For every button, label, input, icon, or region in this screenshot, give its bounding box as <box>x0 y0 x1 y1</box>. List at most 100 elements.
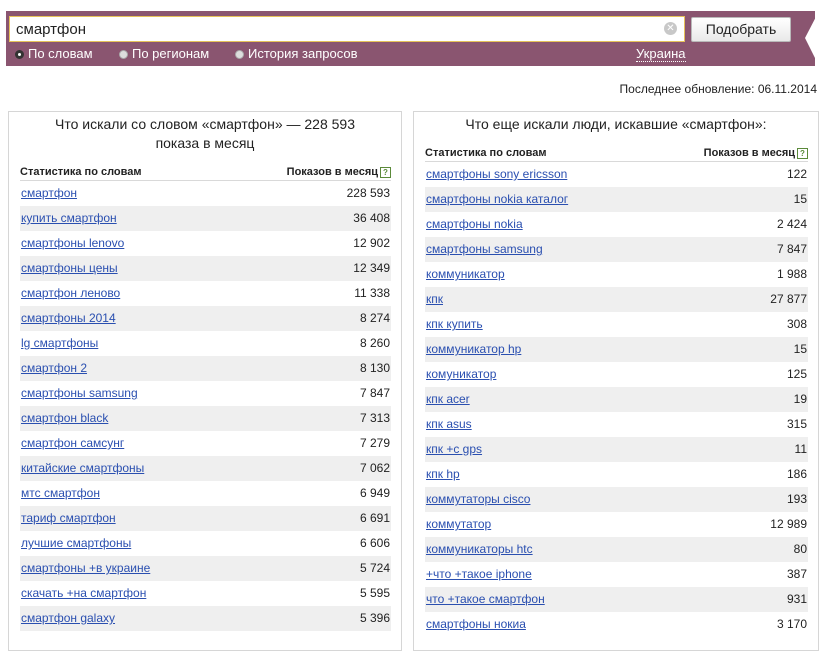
phrase-link[interactable]: кпк hp <box>425 467 460 481</box>
impressions-count: 8 274 <box>359 311 390 325</box>
phrase-link[interactable]: смартфоны 2014 <box>20 311 116 325</box>
table-row: смартфоны sony ericsson 122 <box>425 162 808 187</box>
help-icon[interactable]: ? <box>380 167 391 178</box>
table-row: кпк asus 315 <box>425 412 808 437</box>
impressions-count: 12 989 <box>770 517 807 531</box>
table-row: смартфон galaxy 5 396 <box>20 606 391 631</box>
radio-selected-icon <box>15 50 24 59</box>
phrase-link[interactable]: лучшие смартфоны <box>20 536 131 550</box>
last-update: Последнее обновление: 06.11.2014 <box>619 82 817 96</box>
phrase-link[interactable]: коммуникаторы htc <box>425 542 533 556</box>
phrase-link[interactable]: кпк <box>425 292 443 306</box>
phrase-link[interactable]: тариф смартфон <box>20 511 116 525</box>
impressions-count: 15 <box>793 192 807 206</box>
table-row: мтс смартфон 6 949 <box>20 481 391 506</box>
impressions-count: 7 847 <box>776 242 807 256</box>
phrase-link[interactable]: смартфоны lenovo <box>20 236 124 250</box>
table-row: тариф смартфон 6 691 <box>20 506 391 531</box>
phrase-link[interactable]: смартфон galaxy <box>20 611 115 625</box>
right-col-count-label: Показов в месяц <box>703 147 795 159</box>
impressions-count: 193 <box>786 492 807 506</box>
phrase-link[interactable]: lg смартфоны <box>20 336 98 350</box>
right-panel: Что еще искали люди, искавшие «смартфон»… <box>413 111 819 651</box>
search-input[interactable] <box>10 17 662 41</box>
table-row: кпк купить 308 <box>425 312 808 337</box>
impressions-count: 7 279 <box>359 436 390 450</box>
phrase-link[interactable]: смартфоны nokia <box>425 217 523 231</box>
table-row: китайские смартфоны 7 062 <box>20 456 391 481</box>
mode-radio-regions[interactable]: По регионам <box>119 46 209 61</box>
impressions-count: 308 <box>786 317 807 331</box>
phrase-link[interactable]: кпк +с gps <box>425 442 482 456</box>
phrase-link[interactable]: кпк asus <box>425 417 472 431</box>
left-col-count: Показов в месяц? <box>287 166 391 178</box>
impressions-count: 315 <box>786 417 807 431</box>
table-row: смартфон black 7 313 <box>20 406 391 431</box>
phrase-link[interactable]: +что +такое iphone <box>425 567 532 581</box>
table-row: смартфоны +в украине 5 724 <box>20 556 391 581</box>
phrase-link[interactable]: смартфоны sony ericsson <box>425 167 567 181</box>
help-icon[interactable]: ? <box>797 148 808 159</box>
impressions-count: 11 <box>794 442 807 456</box>
impressions-count: 8 260 <box>359 336 390 350</box>
table-row: смартфон самсунг 7 279 <box>20 431 391 456</box>
table-row: смартфоны lenovo 12 902 <box>20 231 391 256</box>
impressions-count: 36 408 <box>353 211 390 225</box>
table-row: кпк +с gps 11 <box>425 437 808 462</box>
phrase-link[interactable]: смартфоны samsung <box>425 242 543 256</box>
table-row: кпк hp 186 <box>425 462 808 487</box>
phrase-link[interactable]: коммутатор <box>425 517 491 531</box>
table-row: смартфон леново 11 338 <box>20 281 391 306</box>
mode-radio-words[interactable]: По словам <box>15 46 93 61</box>
phrase-link[interactable]: кпк acer <box>425 392 470 406</box>
phrase-link[interactable]: смартфон black <box>20 411 108 425</box>
phrase-link[interactable]: скачать +на смартфон <box>20 586 146 600</box>
submit-button[interactable]: Подобрать <box>691 17 791 42</box>
impressions-count: 6 606 <box>359 536 390 550</box>
region-link[interactable]: Украина <box>636 46 686 62</box>
impressions-count: 122 <box>786 167 807 181</box>
table-row: смартфоны 2014 8 274 <box>20 306 391 331</box>
phrase-link[interactable]: коммутаторы cisco <box>425 492 530 506</box>
phrase-link[interactable]: кпк купить <box>425 317 483 331</box>
clear-icon[interactable]: ✕ <box>664 22 677 35</box>
search-box: ✕ <box>9 16 685 42</box>
phrase-link[interactable]: смартфоны nokia каталог <box>425 192 568 206</box>
impressions-count: 1 988 <box>776 267 807 281</box>
impressions-count: 3 170 <box>776 617 807 631</box>
impressions-count: 12 902 <box>353 236 390 250</box>
impressions-count: 8 130 <box>359 361 390 375</box>
impressions-count: 27 877 <box>770 292 807 306</box>
impressions-count: 19 <box>793 392 807 406</box>
right-panel-title: Что еще искали люди, искавшие «смартфон»… <box>465 116 767 132</box>
phrase-link[interactable]: что +такое смартфон <box>425 592 545 606</box>
phrase-link[interactable]: мтс смартфон <box>20 486 100 500</box>
search-bar: ✕ Подобрать По словам По регионам Истори… <box>0 0 827 68</box>
phrase-link[interactable]: смартфоны samsung <box>20 386 138 400</box>
phrase-link[interactable]: коммуникатор <box>425 267 505 281</box>
phrase-link[interactable]: смартфон леново <box>20 286 120 300</box>
phrase-link[interactable]: смартфоны +в украине <box>20 561 150 575</box>
phrase-link[interactable]: смартфон <box>20 186 77 200</box>
left-panel-title: Что искали со словом «смартфон» — 228 59… <box>9 112 401 153</box>
phrase-link[interactable]: смартфон 2 <box>20 361 87 375</box>
left-table: смартфон 228 593 купить смартфон 36 408 смар… <box>20 181 391 631</box>
phrase-link[interactable]: смартфоны нокиа <box>425 617 526 631</box>
table-row: что +такое смартфон 931 <box>425 587 808 612</box>
impressions-count: 228 593 <box>346 186 390 200</box>
phrase-link[interactable]: купить смартфон <box>20 211 117 225</box>
phrase-link[interactable]: коммуникатор hp <box>425 342 521 356</box>
mode-label: По регионам <box>132 46 210 61</box>
phrase-link[interactable]: китайские смартфоны <box>20 461 144 475</box>
phrase-link[interactable]: смартфон самсунг <box>20 436 124 450</box>
mode-radio-history[interactable]: История запросов <box>235 46 358 61</box>
table-row: смартфон 2 8 130 <box>20 356 391 381</box>
impressions-count: 80 <box>793 542 807 556</box>
radio-unselected-icon <box>235 50 244 59</box>
phrase-link[interactable]: комуникатор <box>425 367 496 381</box>
table-row: смартфоны samsung 7 847 <box>425 237 808 262</box>
phrase-link[interactable]: смартфоны цены <box>20 261 118 275</box>
right-col-phrase: Статистика по словам <box>425 147 547 159</box>
table-row: смартфоны samsung 7 847 <box>20 381 391 406</box>
impressions-count: 7 062 <box>359 461 390 475</box>
